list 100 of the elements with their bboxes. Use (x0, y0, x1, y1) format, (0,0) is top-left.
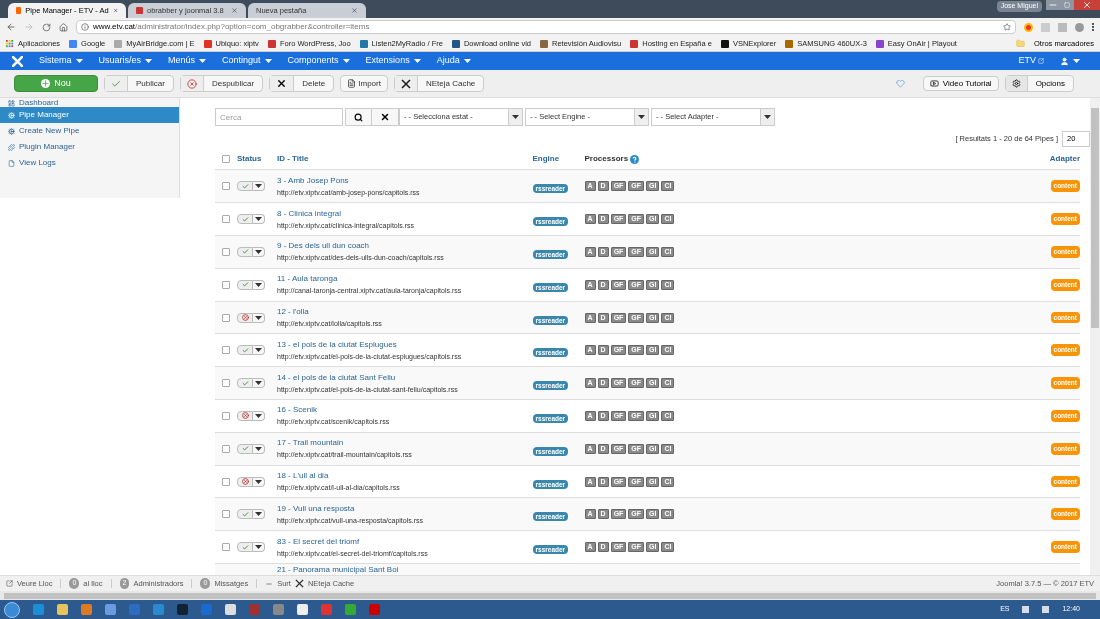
reload-icon[interactable] (42, 22, 51, 32)
nav-menu[interactable]: Extensions (365, 54, 421, 68)
row-checkbox[interactable] (222, 247, 230, 256)
row-checkbox[interactable] (222, 477, 230, 486)
close-icon[interactable] (351, 7, 358, 14)
row-checkbox[interactable] (222, 313, 230, 322)
status-dropdown[interactable] (253, 410, 265, 421)
home-icon[interactable] (59, 22, 68, 32)
status-toggle[interactable] (237, 378, 253, 389)
row-checkbox[interactable] (222, 346, 230, 355)
sidebar-item[interactable]: Dashboard (0, 99, 179, 107)
close-icon[interactable] (112, 7, 118, 14)
row-checkbox[interactable] (222, 379, 230, 388)
row-checkbox[interactable] (222, 411, 230, 420)
forward-icon[interactable] (24, 22, 34, 32)
star-icon[interactable] (1003, 23, 1011, 31)
pipe-title-link[interactable]: 3 - Amb Josep Pons (277, 175, 349, 186)
pipe-title-link[interactable]: 12 - l'olla (277, 307, 309, 317)
app-icon[interactable] (129, 604, 140, 615)
tray-icon[interactable] (1042, 606, 1050, 613)
video-tutorial-button[interactable]: Video Tutorial (922, 76, 999, 91)
pipe-title-link[interactable]: 83 - El secret del triomf (277, 536, 360, 547)
column-header[interactable]: Adapter (1049, 153, 1080, 166)
pipe-title-link[interactable]: 16 - Scenik (277, 405, 318, 416)
pipe-title-link[interactable]: 14 - el pols de la ciutat Sant Feliu (277, 372, 396, 383)
publish-button[interactable]: Publicar (104, 75, 174, 92)
row-checkbox[interactable] (222, 182, 230, 191)
status-toggle[interactable] (237, 345, 253, 356)
status-dropdown[interactable] (253, 443, 265, 454)
app-icon[interactable] (321, 604, 332, 615)
nav-menu[interactable]: Components (287, 54, 350, 68)
status-toggle[interactable] (237, 542, 253, 553)
cache-button[interactable]: NEteja Cache (393, 75, 485, 92)
column-header[interactable]: Engine (532, 154, 560, 164)
row-checkbox[interactable] (222, 510, 230, 519)
pipe-title-link[interactable]: 17 - Trail mountain (277, 438, 344, 449)
maximize-icon[interactable] (1060, 0, 1074, 10)
import-button[interactable]: Import (340, 75, 388, 92)
status-dropdown[interactable] (253, 181, 265, 192)
search-field[interactable]: Cerca (215, 108, 343, 126)
back-icon[interactable] (6, 22, 16, 32)
sidebar-item[interactable]: Create New Pipe (0, 123, 179, 139)
status-dropdown[interactable] (253, 312, 265, 323)
search-button[interactable] (345, 108, 372, 126)
nav-menu[interactable]: Ajuda (436, 54, 471, 68)
sidebar-item[interactable]: Pipe Manager (0, 107, 179, 123)
nav-menu[interactable]: Contingut (222, 54, 272, 68)
status-toggle[interactable] (237, 181, 253, 192)
select-all-checkbox[interactable] (222, 155, 230, 164)
app-icon[interactable] (201, 604, 212, 615)
status-toggle[interactable] (237, 214, 253, 225)
heart-icon[interactable] (895, 79, 905, 88)
pipe-title-link[interactable]: 21 - Panorama municipal Sant Boi (277, 564, 399, 575)
start-button[interactable] (4, 601, 20, 618)
pipe-title-link[interactable]: 9 - Des dels ull dun coach (277, 241, 370, 252)
app-icon[interactable] (225, 604, 236, 615)
minimize-icon[interactable] (1046, 0, 1060, 10)
nav-menu[interactable]: Usuaris/es (98, 54, 153, 68)
status-toggle[interactable] (237, 312, 253, 323)
app-icon[interactable] (297, 604, 308, 615)
app-icon[interactable] (345, 604, 356, 615)
status-dropdown[interactable] (253, 378, 265, 389)
status-toggle[interactable] (237, 443, 253, 454)
app-icon[interactable] (369, 604, 380, 615)
row-checkbox[interactable] (222, 280, 230, 289)
site-link[interactable]: ETV (1018, 54, 1044, 68)
column-header[interactable]: Status (237, 153, 277, 166)
status-dropdown[interactable] (253, 214, 265, 225)
pipe-title-link[interactable]: 11 - Aula taronga (277, 274, 338, 285)
pipe-title-link[interactable]: 19 - Vull una resposta (277, 503, 355, 514)
close-icon[interactable] (231, 7, 238, 14)
app-icon[interactable] (153, 604, 164, 615)
close-icon[interactable] (1074, 0, 1100, 10)
status-toggle[interactable] (237, 410, 253, 421)
app-icon[interactable] (33, 604, 44, 615)
status-toggle[interactable] (237, 246, 253, 257)
status-dropdown[interactable] (253, 345, 265, 356)
row-checkbox[interactable] (222, 444, 230, 453)
status-dropdown[interactable] (253, 246, 265, 257)
pipe-title-link[interactable]: 13 - el pols de la ciutat Esplugues (277, 339, 397, 350)
user-menu[interactable] (1060, 56, 1080, 66)
clear-button[interactable] (372, 108, 399, 126)
sidebar-item[interactable]: View Logs (0, 155, 179, 171)
status-dropdown[interactable] (253, 509, 265, 520)
tray-icon[interactable] (1022, 606, 1030, 613)
nav-menu[interactable]: Sistema (39, 54, 83, 68)
unpublish-button[interactable]: Despublicar (179, 75, 264, 92)
options-button[interactable]: Opcions (1004, 75, 1074, 92)
nav-menu[interactable]: Menús (168, 54, 207, 68)
app-icon[interactable] (81, 604, 92, 615)
address-field[interactable]: www.etv.cat/administrator/index.php?option=com_obgrabber&controller=items (76, 20, 1016, 34)
row-checkbox[interactable] (222, 543, 230, 552)
scrollbar-thumb[interactable] (1091, 108, 1099, 328)
horizontal-scrollbar-thumb[interactable] (4, 592, 1096, 599)
app-icon[interactable] (57, 604, 68, 615)
sidebar-item[interactable]: Plugin Manager (0, 139, 179, 155)
column-header[interactable]: ID - Title (277, 154, 309, 164)
status-dropdown[interactable] (253, 476, 265, 487)
pipe-title-link[interactable]: 18 - L'ull al dia (277, 471, 329, 481)
row-checkbox[interactable] (222, 215, 230, 224)
